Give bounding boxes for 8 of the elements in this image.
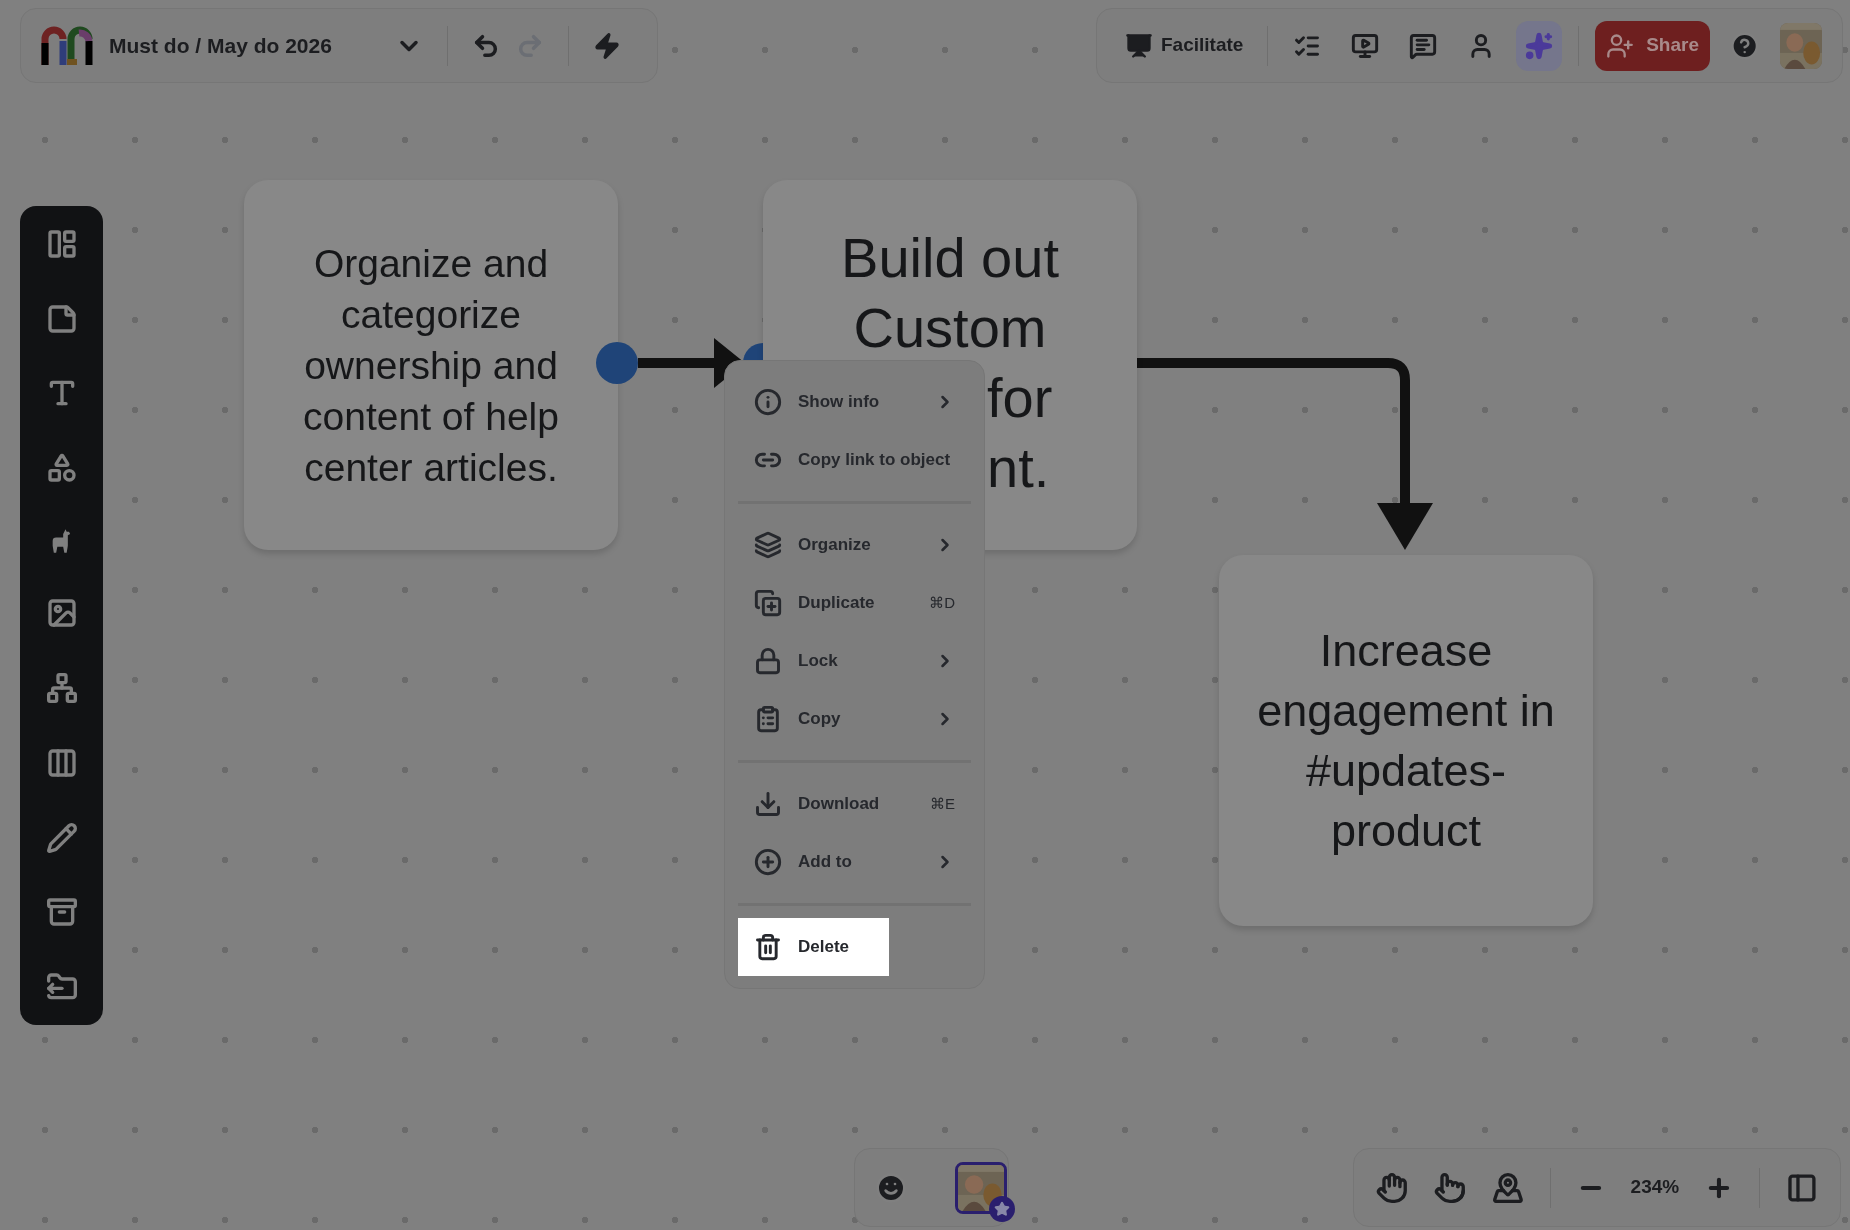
note-text: nt. — [987, 435, 1050, 501]
shortcut-text: ⌘E — [930, 793, 955, 814]
note-text: Build out — [841, 225, 1059, 291]
note-text: Organize and categorize ownership and content of help center articles. — [302, 240, 560, 491]
note-text: Custom — [853, 295, 1047, 361]
shortcut-text: ⌘D — [929, 592, 955, 613]
note-text: for — [987, 365, 1053, 431]
note-text: Increase engagement in #updates-product — [1256, 623, 1556, 858]
